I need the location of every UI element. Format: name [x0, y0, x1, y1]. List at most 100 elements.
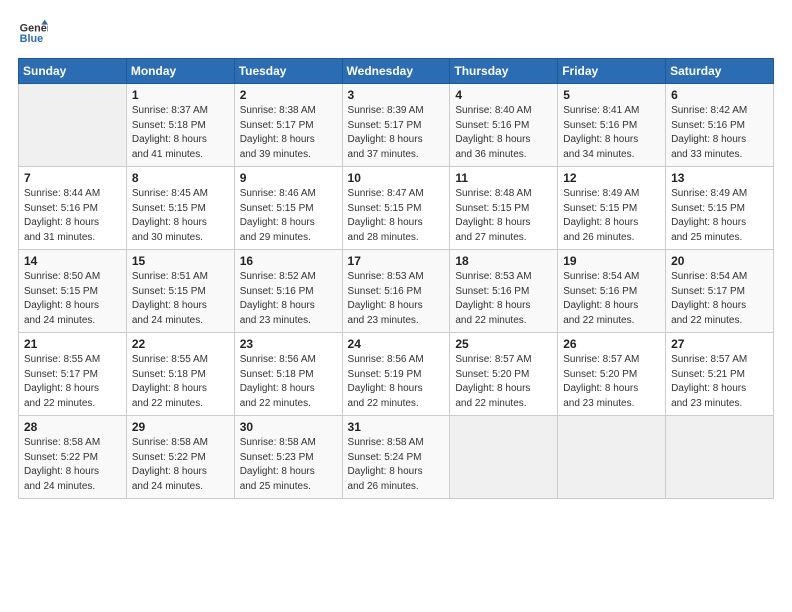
calendar-cell: 9 Sunrise: 8:46 AM Sunset: 5:15 PM Daylig… [234, 167, 342, 250]
day-info: Sunrise: 8:57 AM Sunset: 5:21 PM Dayligh… [671, 353, 768, 411]
calendar-cell: 31 Sunrise: 8:58 AM Sunset: 5:24 PM Dayli… [342, 416, 450, 499]
day-number: 4 [455, 88, 552, 102]
col-header-thursday: Thursday [450, 59, 558, 84]
calendar-cell: 11 Sunrise: 8:48 AM Sunset: 5:15 PM Dayli… [450, 167, 558, 250]
calendar-cell: 3 Sunrise: 8:39 AM Sunset: 5:17 PM Daylig… [342, 84, 450, 167]
calendar-cell: 29 Sunrise: 8:58 AM Sunset: 5:22 PM Dayli… [126, 416, 234, 499]
day-number: 11 [455, 171, 552, 185]
calendar-cell: 21 Sunrise: 8:55 AM Sunset: 5:17 PM Dayli… [19, 333, 127, 416]
day-info: Sunrise: 8:45 AM Sunset: 5:15 PM Dayligh… [132, 187, 229, 245]
day-number: 18 [455, 254, 552, 268]
calendar-cell [450, 416, 558, 499]
day-info: Sunrise: 8:44 AM Sunset: 5:16 PM Dayligh… [24, 187, 121, 245]
day-number: 24 [348, 337, 445, 351]
calendar-cell: 7 Sunrise: 8:44 AM Sunset: 5:16 PM Daylig… [19, 167, 127, 250]
col-header-sunday: Sunday [19, 59, 127, 84]
calendar-week-row: 7 Sunrise: 8:44 AM Sunset: 5:16 PM Daylig… [19, 167, 774, 250]
day-info: Sunrise: 8:49 AM Sunset: 5:15 PM Dayligh… [671, 187, 768, 245]
calendar-cell: 22Sunrise: 8:55 AM Sunset: 5:18 PM Dayli… [126, 333, 234, 416]
calendar-cell: 23 Sunrise: 8:56 AM Sunset: 5:18 PM Dayli… [234, 333, 342, 416]
day-info: Sunrise: 8:53 AM Sunset: 5:16 PM Dayligh… [348, 270, 445, 328]
calendar-cell: 18 Sunrise: 8:53 AM Sunset: 5:16 PM Dayli… [450, 250, 558, 333]
day-info: Sunrise: 8:56 AM Sunset: 5:18 PM Dayligh… [240, 353, 337, 411]
calendar-cell: 24Sunrise: 8:56 AM Sunset: 5:19 PM Dayli… [342, 333, 450, 416]
day-number: 8 [132, 171, 229, 185]
day-info: Sunrise: 8:38 AM Sunset: 5:17 PM Dayligh… [240, 104, 337, 162]
day-number: 3 [348, 88, 445, 102]
day-number: 15 [132, 254, 229, 268]
day-number: 28 [24, 420, 121, 434]
calendar-cell: 14Sunrise: 8:50 AM Sunset: 5:15 PM Dayli… [19, 250, 127, 333]
day-info: Sunrise: 8:40 AM Sunset: 5:16 PM Dayligh… [455, 104, 552, 162]
day-info: Sunrise: 8:53 AM Sunset: 5:16 PM Dayligh… [455, 270, 552, 328]
day-number: 25 [455, 337, 552, 351]
day-info: Sunrise: 8:39 AM Sunset: 5:17 PM Dayligh… [348, 104, 445, 162]
calendar-week-row: 21 Sunrise: 8:55 AM Sunset: 5:17 PM Dayli… [19, 333, 774, 416]
day-info: Sunrise: 8:50 AM Sunset: 5:15 PM Dayligh… [24, 270, 121, 328]
calendar-cell: 17 Sunrise: 8:53 AM Sunset: 5:16 PM Dayli… [342, 250, 450, 333]
calendar-cell: 28 Sunrise: 8:58 AM Sunset: 5:22 PM Dayli… [19, 416, 127, 499]
day-number: 2 [240, 88, 337, 102]
calendar-cell: 15 Sunrise: 8:51 AM Sunset: 5:15 PM Dayli… [126, 250, 234, 333]
calendar-cell: 2 Sunrise: 8:38 AM Sunset: 5:17 PM Daylig… [234, 84, 342, 167]
day-number: 29 [132, 420, 229, 434]
day-info: Sunrise: 8:52 AM Sunset: 5:16 PM Dayligh… [240, 270, 337, 328]
day-number: 23 [240, 337, 337, 351]
day-number: 17 [348, 254, 445, 268]
day-number: 5 [563, 88, 660, 102]
day-info: Sunrise: 8:57 AM Sunset: 5:20 PM Dayligh… [563, 353, 660, 411]
col-header-wednesday: Wednesday [342, 59, 450, 84]
day-info: Sunrise: 8:58 AM Sunset: 5:22 PM Dayligh… [132, 436, 229, 494]
day-info: Sunrise: 8:46 AM Sunset: 5:15 PM Dayligh… [240, 187, 337, 245]
calendar-cell: 25Sunrise: 8:57 AM Sunset: 5:20 PM Dayli… [450, 333, 558, 416]
col-header-saturday: Saturday [666, 59, 774, 84]
day-info: Sunrise: 8:55 AM Sunset: 5:17 PM Dayligh… [24, 353, 121, 411]
day-number: 27 [671, 337, 768, 351]
day-number: 20 [671, 254, 768, 268]
day-info: Sunrise: 8:48 AM Sunset: 5:15 PM Dayligh… [455, 187, 552, 245]
calendar-week-row: 14Sunrise: 8:50 AM Sunset: 5:15 PM Dayli… [19, 250, 774, 333]
day-info: Sunrise: 8:37 AM Sunset: 5:18 PM Dayligh… [132, 104, 229, 162]
day-info: Sunrise: 8:58 AM Sunset: 5:24 PM Dayligh… [348, 436, 445, 494]
calendar-cell: 30 Sunrise: 8:58 AM Sunset: 5:23 PM Dayli… [234, 416, 342, 499]
calendar-cell: 16 Sunrise: 8:52 AM Sunset: 5:16 PM Dayli… [234, 250, 342, 333]
calendar-cell: 12Sunrise: 8:49 AM Sunset: 5:15 PM Dayli… [558, 167, 666, 250]
page: General Blue SundayMondayTuesdayWednesda… [0, 0, 792, 612]
day-number: 16 [240, 254, 337, 268]
col-header-tuesday: Tuesday [234, 59, 342, 84]
day-info: Sunrise: 8:47 AM Sunset: 5:15 PM Dayligh… [348, 187, 445, 245]
day-number: 22 [132, 337, 229, 351]
logo: General Blue [18, 18, 48, 48]
calendar-cell: 20 Sunrise: 8:54 AM Sunset: 5:17 PM Dayli… [666, 250, 774, 333]
day-info: Sunrise: 8:51 AM Sunset: 5:15 PM Dayligh… [132, 270, 229, 328]
day-info: Sunrise: 8:41 AM Sunset: 5:16 PM Dayligh… [563, 104, 660, 162]
logo-icon: General Blue [18, 18, 48, 48]
calendar-cell: 27 Sunrise: 8:57 AM Sunset: 5:21 PM Dayli… [666, 333, 774, 416]
day-number: 19 [563, 254, 660, 268]
calendar-cell [558, 416, 666, 499]
day-number: 6 [671, 88, 768, 102]
calendar-week-row: 1 Sunrise: 8:37 AM Sunset: 5:18 PM Daylig… [19, 84, 774, 167]
calendar-cell: 26 Sunrise: 8:57 AM Sunset: 5:20 PM Dayli… [558, 333, 666, 416]
calendar-table: SundayMondayTuesdayWednesdayThursdayFrid… [18, 58, 774, 499]
calendar-cell: 13Sunrise: 8:49 AM Sunset: 5:15 PM Dayli… [666, 167, 774, 250]
day-info: Sunrise: 8:58 AM Sunset: 5:22 PM Dayligh… [24, 436, 121, 494]
svg-text:Blue: Blue [20, 33, 43, 45]
calendar-cell: 1 Sunrise: 8:37 AM Sunset: 5:18 PM Daylig… [126, 84, 234, 167]
day-number: 31 [348, 420, 445, 434]
day-number: 1 [132, 88, 229, 102]
calendar-week-row: 28 Sunrise: 8:58 AM Sunset: 5:22 PM Dayli… [19, 416, 774, 499]
day-number: 7 [24, 171, 121, 185]
calendar-cell: 5 Sunrise: 8:41 AM Sunset: 5:16 PM Daylig… [558, 84, 666, 167]
calendar-body: 1 Sunrise: 8:37 AM Sunset: 5:18 PM Daylig… [19, 84, 774, 499]
day-number: 21 [24, 337, 121, 351]
day-info: Sunrise: 8:54 AM Sunset: 5:17 PM Dayligh… [671, 270, 768, 328]
day-number: 9 [240, 171, 337, 185]
day-number: 26 [563, 337, 660, 351]
day-number: 30 [240, 420, 337, 434]
day-info: Sunrise: 8:54 AM Sunset: 5:16 PM Dayligh… [563, 270, 660, 328]
header: General Blue [18, 18, 774, 48]
calendar-cell: 4 Sunrise: 8:40 AM Sunset: 5:16 PM Daylig… [450, 84, 558, 167]
calendar-header-row: SundayMondayTuesdayWednesdayThursdayFrid… [19, 59, 774, 84]
day-info: Sunrise: 8:58 AM Sunset: 5:23 PM Dayligh… [240, 436, 337, 494]
